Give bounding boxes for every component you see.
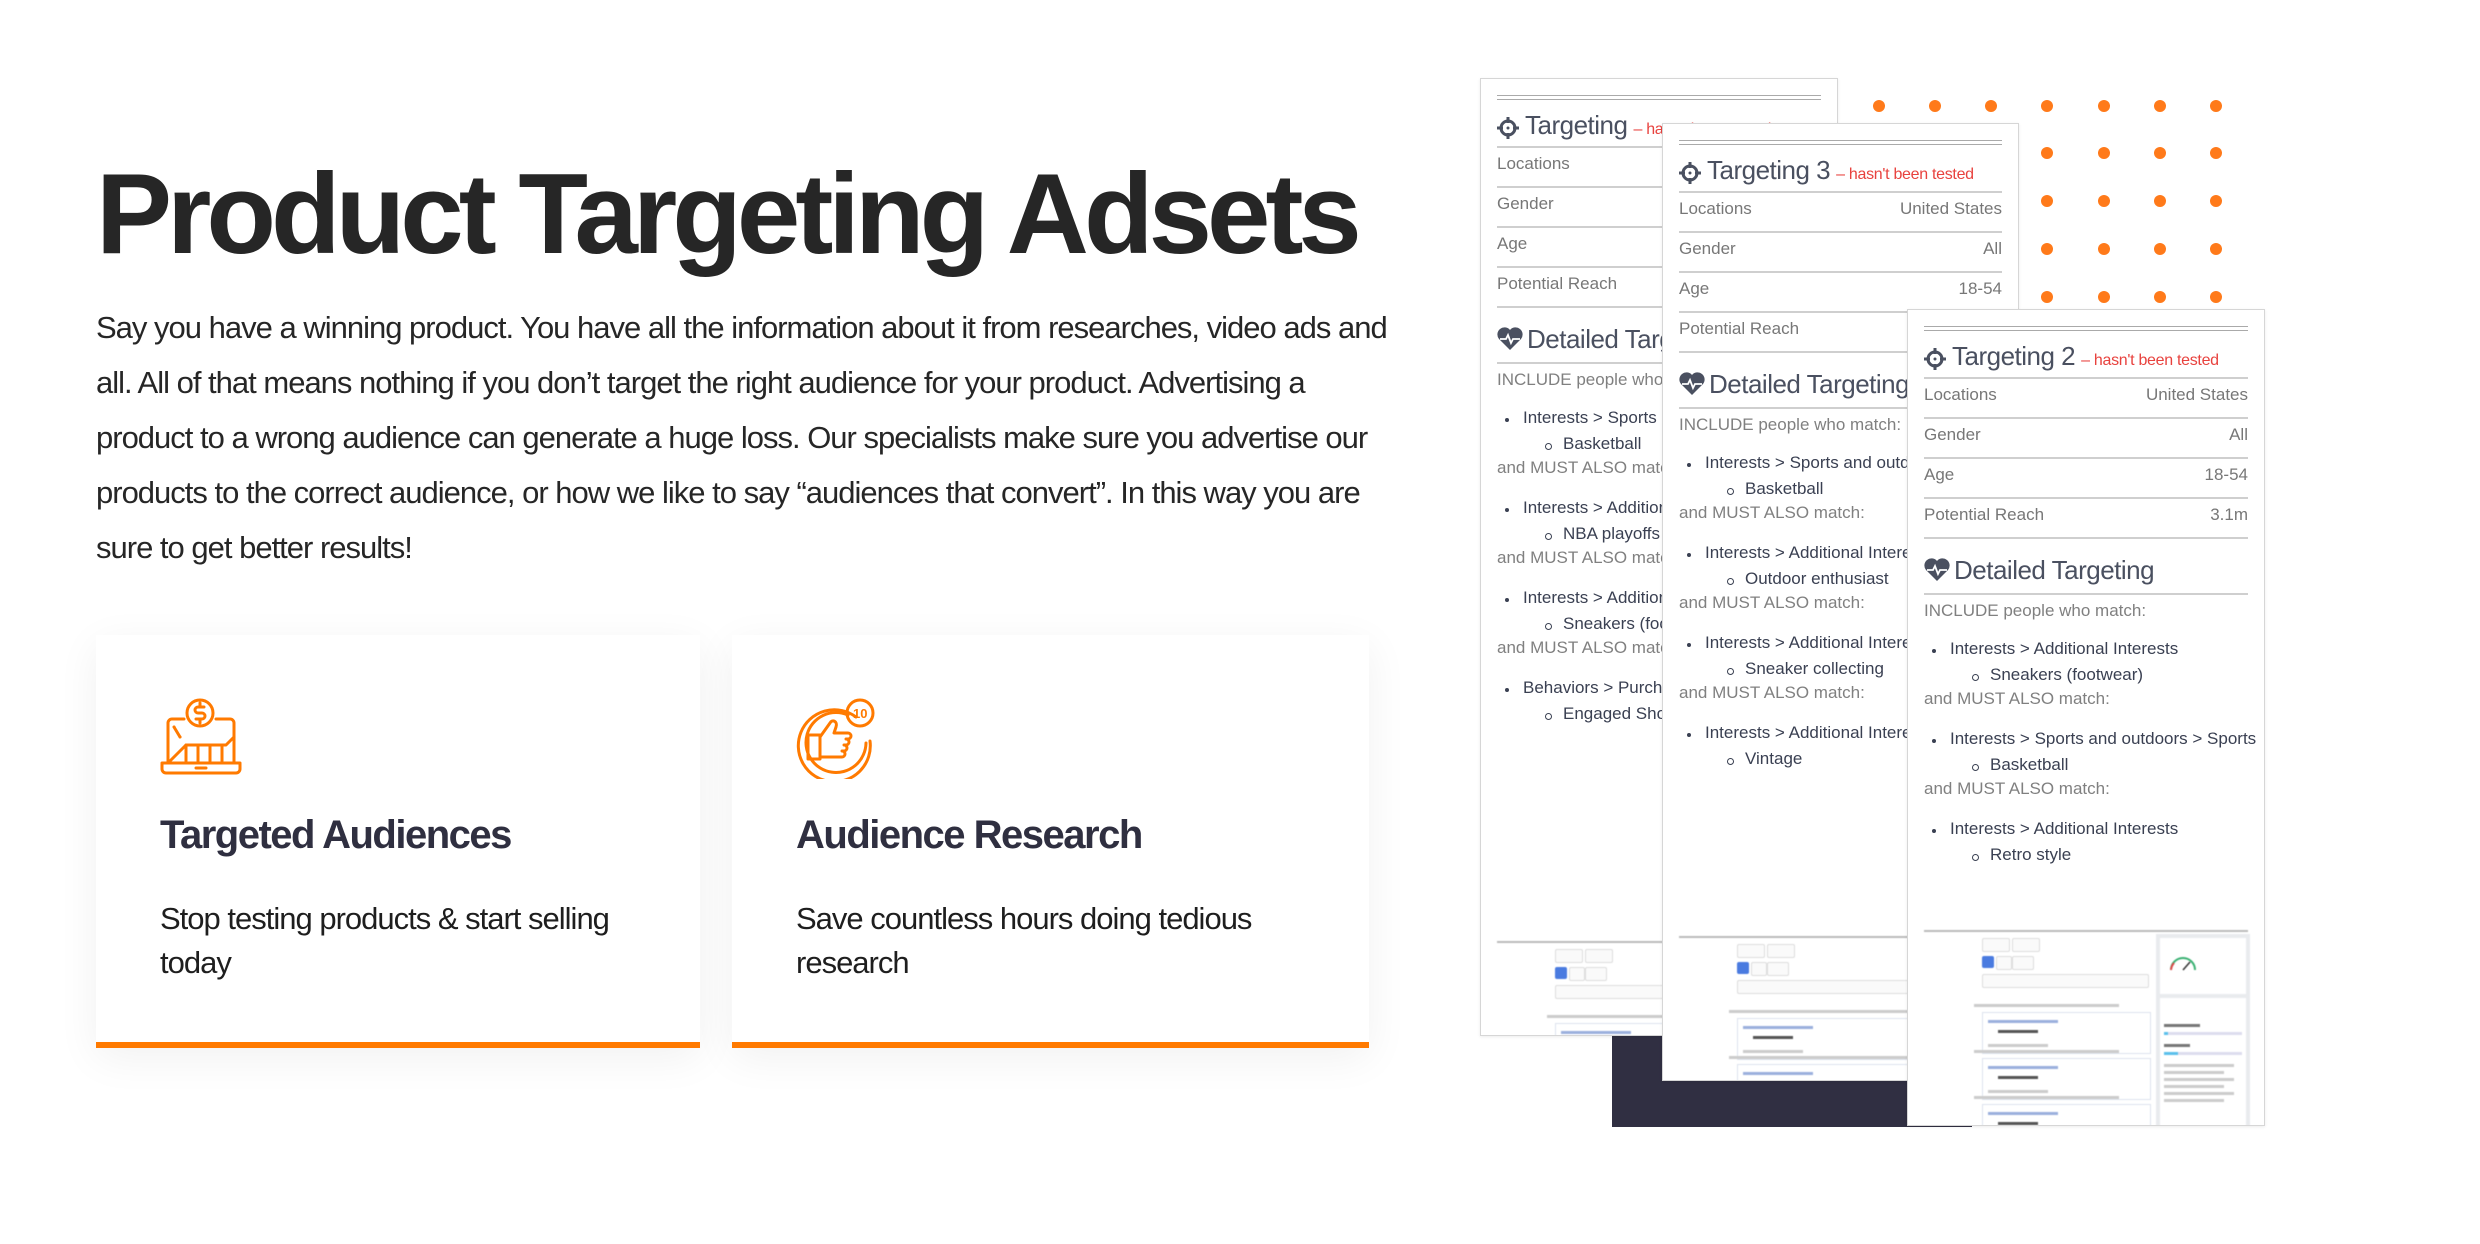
targeting-row: Gender All [1679,231,2002,271]
test-status: – hasn't been tested [1836,166,1974,183]
targeting-row: Locations United States [1924,377,2248,417]
decorative-dot [2098,291,2110,303]
panel-header: Targeting 3 – hasn't been tested [1679,155,2002,191]
row-value: 3.1m [2210,505,2248,524]
panel-title: Targeting 3 [1707,155,1831,185]
targeting-row: Age 18-54 [1679,271,2002,311]
criteria-group: Interests > Additional Interests Sneakers… [1924,639,2248,711]
panel-content: Targeting 2 – hasn't been tested Locations… [1924,310,2256,869]
divider [1679,140,2002,145]
criteria-category: Interests > Additional Interests [1924,819,2248,845]
accent-bar [96,1042,700,1048]
decorative-dot [2098,100,2110,112]
row-label: Gender [1679,239,1736,258]
heart-pulse-icon [1924,558,1950,581]
hero-description: Say you have a winning product. You have… [96,310,1388,565]
crosshair-icon [1679,162,1701,184]
criteria-list: Interests > Additional Interests Sneakers… [1924,639,2256,869]
criteria-category: Interests > Sports and outdoors > Sports [1924,729,2256,755]
targeting-row: Gender All [1924,417,2248,457]
decorative-dot [2041,195,2053,207]
row-label: Locations [1497,154,1570,173]
divider [1497,95,1821,100]
test-status: – hasn't been tested [2081,352,2219,369]
targeting-row: Age 18-54 [1924,457,2248,497]
row-label: Potential Reach [1679,319,1800,338]
row-label: Locations [1924,385,1997,404]
decorative-dot [1873,100,1885,112]
decorative-dot [2098,243,2110,255]
decorative-dot [2098,195,2110,207]
feature-title: Audience Research [796,813,1143,857]
decorative-dot [2210,147,2222,159]
criteria-item: Basketball [1924,755,2248,779]
criteria-category: Interests > Additional Interests [1924,639,2248,665]
decorative-dot [1985,100,1997,112]
decorative-dot [2041,243,2053,255]
row-label: Locations [1679,199,1752,218]
row-value: United States [1899,199,2002,218]
panel-header: Targeting 2 – hasn't been tested [1924,341,2248,377]
row-label: Age [1497,234,1528,253]
detailed-targeting-title: Detailed Targeting [1954,554,2155,585]
laptop-dollar-chart-icon [160,698,242,775]
feature-description: Save countless hours doing tedious resea… [796,901,1252,980]
decorative-dot [2154,243,2166,255]
ad-manager-form-screenshot [1924,930,2250,1125]
include-label: INCLUDE people who match: [1924,593,2248,621]
row-label: Gender [1497,194,1554,213]
accent-bar [732,1042,1369,1048]
decorative-dot [2098,147,2110,159]
must-also-label: and MUST ALSO match: [1924,689,2110,708]
row-value: All [1983,239,2002,258]
detailed-targeting-header: Detailed Targeting [1924,537,2248,593]
thumbs-up-badge-10-icon: 10 [796,698,875,779]
targeting-panel-2: Targeting 2 – hasn't been tested Locations… [1907,309,2265,1126]
panel-title: Targeting [1525,110,1628,140]
decorative-dot [2041,147,2053,159]
crosshair-icon [1497,117,1519,139]
criteria-item: Retro style [1924,845,2248,869]
feature-title: Targeted Audiences [160,813,512,857]
targeting-row: Potential Reach 3.1m [1924,497,2248,537]
decorative-dot [2041,291,2053,303]
decorative-dot [2210,243,2222,255]
panel-title: Targeting 2 [1952,341,2076,371]
decorative-dot [2154,100,2166,112]
decorative-dot [2210,195,2222,207]
feature-description: Stop testing products & start selling to… [160,901,610,980]
decorative-dot [2154,147,2166,159]
decorative-dot [1929,100,1941,112]
decorative-dot [2210,100,2222,112]
criteria-group: Interests > Additional Interests Retro st… [1924,819,2248,869]
row-value: United States [2145,385,2248,404]
detailed-targeting-title: Detailed Targeting [1709,368,1910,399]
row-value: All [2229,425,2248,444]
row-value: 18-54 [2204,465,2248,484]
row-label: Potential Reach [1497,274,1618,293]
criteria-group: Interests > Sports and outdoors > Sports… [1924,729,2256,801]
row-label: Gender [1924,425,1981,444]
decorative-dot [2041,100,2053,112]
page-title: Product Targeting Adsets [96,151,1362,278]
divider [1924,326,2248,331]
row-label: Age [1924,465,1955,484]
heart-pulse-icon [1497,327,1523,350]
svg-text:10: 10 [853,706,867,721]
criteria-item: Sneakers (footwear) [1924,665,2248,689]
decorative-dot [2210,291,2222,303]
row-value: 18-54 [1958,279,2002,298]
feature-card-targeted-audiences: Targeted Audiences Stop testing products… [96,635,700,1048]
feature-card-audience-research: 10 Audience Research Save countless hour… [732,635,1369,1048]
must-also-label: and MUST ALSO match: [1924,779,2110,798]
crosshair-icon [1924,348,1946,370]
decorative-dot [2154,291,2166,303]
targeting-row: Locations United States [1679,191,2002,231]
heart-pulse-icon [1679,372,1705,395]
decorative-dot [2154,195,2166,207]
row-label: Potential Reach [1924,505,2045,524]
row-label: Age [1679,279,1710,298]
